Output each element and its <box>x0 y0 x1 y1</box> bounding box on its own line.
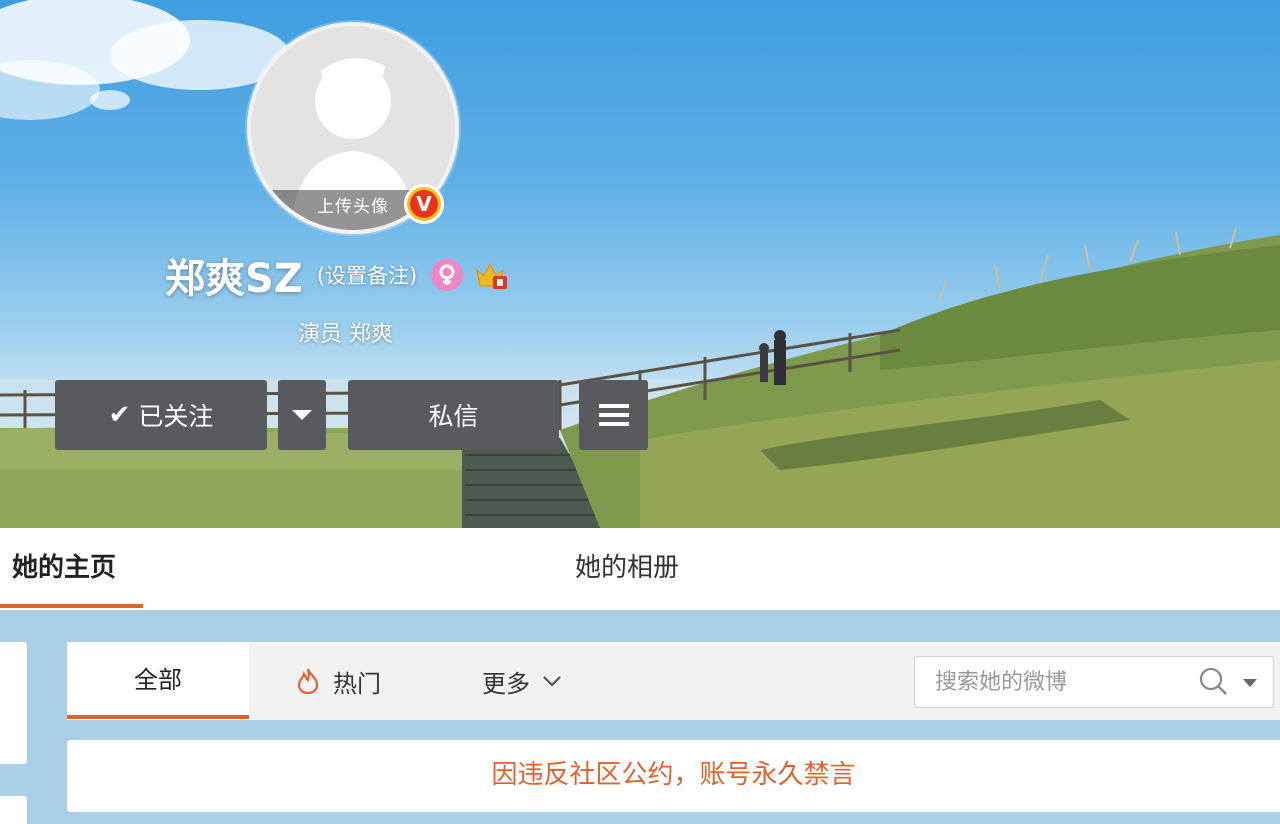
filter-active-indicator <box>67 715 249 719</box>
profile-name: 郑爽SZ <box>165 256 303 302</box>
flame-icon <box>297 668 319 694</box>
chevron-down-icon <box>543 676 561 687</box>
hamburger-icon <box>598 404 629 426</box>
tab-her-homepage[interactable]: 她的主页 <box>12 528 116 610</box>
search-input[interactable] <box>915 657 1185 707</box>
search-icon[interactable] <box>1199 667 1229 697</box>
name-row: 郑爽SZ (设置备注) <box>165 250 509 302</box>
female-icon <box>431 259 464 291</box>
profile-cover: 上传头像 V 郑爽SZ (设置备注) 演员 郑爽 ✔ 已关注 私信 <box>0 0 1280 528</box>
feed-filter-bar: 全部 热门 更多 <box>67 642 1280 720</box>
private-message-button[interactable]: 私信 <box>348 380 559 450</box>
occupation-text: 演员 郑爽 <box>298 322 393 347</box>
search-box <box>914 656 1274 708</box>
side-card-lower <box>0 796 27 824</box>
follow-dropdown-button[interactable] <box>278 380 326 450</box>
followed-button[interactable]: ✔ 已关注 <box>55 380 267 450</box>
account-ban-notice: 因违反社区公约，账号永久禁言 <box>67 740 1280 812</box>
search-options-caret-icon[interactable] <box>1243 679 1257 687</box>
more-menu-button[interactable] <box>579 380 648 450</box>
tab-her-album[interactable]: 她的相册 <box>575 528 679 610</box>
side-card <box>0 642 27 764</box>
verified-badge-icon: V <box>404 184 444 224</box>
set-remark-link[interactable]: (设置备注) <box>317 260 417 290</box>
caret-down-icon <box>292 410 312 420</box>
check-icon: ✔ <box>108 400 131 430</box>
filter-tab-all[interactable]: 全部 <box>67 642 249 720</box>
vip-crown-icon[interactable] <box>475 260 509 290</box>
profile-tabbar: 她的主页 她的相册 <box>0 528 1280 610</box>
filter-tab-hot[interactable]: 热门 <box>297 642 381 720</box>
active-tab-indicator <box>0 604 143 608</box>
filter-tab-more[interactable]: 更多 <box>482 642 562 720</box>
